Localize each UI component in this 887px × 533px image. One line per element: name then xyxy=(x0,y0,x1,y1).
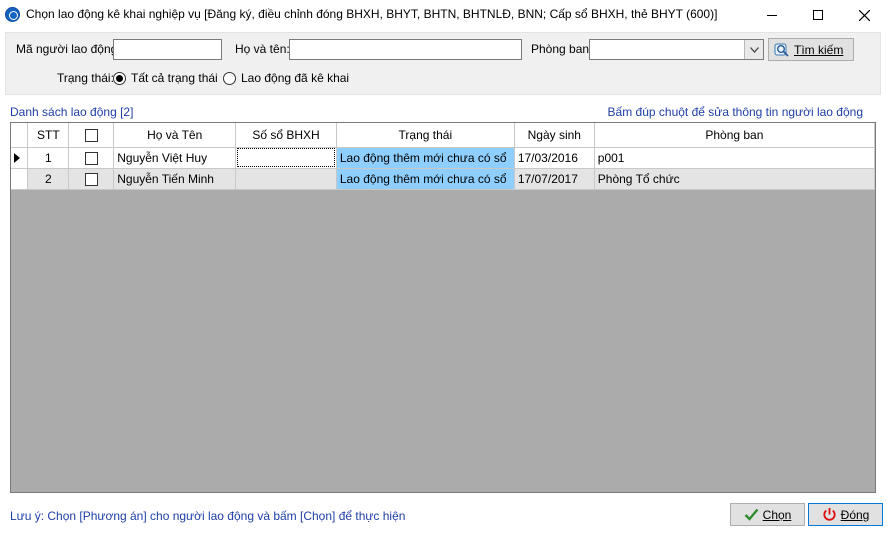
cell-dob[interactable]: 17/03/2016 xyxy=(514,147,595,169)
department-select[interactable] xyxy=(589,39,764,60)
close-button[interactable]: Đóng xyxy=(808,503,883,526)
fullname-label: Họ và tên: xyxy=(235,42,290,56)
power-icon xyxy=(823,508,836,521)
employee-code-input[interactable] xyxy=(113,39,222,60)
column-header-name[interactable]: Họ và Tên xyxy=(113,123,237,148)
fullname-input[interactable] xyxy=(289,39,522,60)
cell-department[interactable]: p001 xyxy=(594,147,875,169)
cell-so-bhxh[interactable] xyxy=(235,168,337,190)
select-all-checkbox[interactable] xyxy=(84,128,98,142)
close-button-label: Đóng xyxy=(840,507,870,522)
status-declared-label[interactable]: Lao động đã kê khai xyxy=(241,71,349,85)
cell-stt[interactable]: 2 xyxy=(27,168,70,190)
checkmark-icon xyxy=(744,508,759,521)
column-header-status[interactable]: Trạng thái xyxy=(336,123,515,148)
cell-department[interactable]: Phòng Tổ chức xyxy=(594,168,875,190)
column-header-dob[interactable]: Ngày sinh xyxy=(514,123,595,148)
close-icon xyxy=(858,9,870,21)
search-icon xyxy=(774,43,789,57)
row-header[interactable] xyxy=(11,147,29,169)
employee-list-title: Danh sách lao động [2] xyxy=(10,105,134,119)
column-header-department[interactable]: Phòng ban xyxy=(594,123,875,148)
column-header-stt[interactable]: STT xyxy=(27,123,70,148)
cell-status[interactable]: Lao động thêm mới chưa có sổ xyxy=(336,168,515,190)
table-row[interactable]: 2 Nguyễn Tiến Minh Lao động thêm mới chư… xyxy=(11,168,875,190)
employee-code-label: Mã người lao động: xyxy=(16,42,121,56)
row-checkbox[interactable] xyxy=(84,151,98,165)
choose-button-label: Chọn xyxy=(762,507,792,522)
status-all-label[interactable]: Tất cả trạng thái xyxy=(131,71,218,85)
cell-select[interactable] xyxy=(68,147,115,169)
app-logo-icon xyxy=(5,7,20,22)
department-label: Phòng ban: xyxy=(531,42,593,56)
status-label: Trạng thái: xyxy=(57,71,114,85)
maximize-icon xyxy=(813,10,823,20)
table-header-row: STT Họ và Tên Số sổ BHXH Trạng thái Ngày… xyxy=(11,123,875,148)
window-title: Chọn lao động kê khai nghiệp vụ [Đăng ký… xyxy=(26,7,718,21)
employee-grid[interactable]: STT Họ và Tên Số sổ BHXH Trạng thái Ngày… xyxy=(10,122,876,493)
cell-name[interactable]: Nguyễn Tiến Minh xyxy=(113,168,237,190)
footer-note: Lưu ý: Chọn [Phương án] cho người lao độ… xyxy=(10,509,406,523)
minimize-icon xyxy=(767,14,777,16)
cell-name[interactable]: Nguyễn Việt Huy xyxy=(113,147,237,169)
row-checkbox[interactable] xyxy=(84,172,98,186)
status-declared-radio[interactable] xyxy=(223,72,236,85)
cell-select[interactable] xyxy=(68,168,115,190)
title-bar: Chọn lao động kê khai nghiệp vụ [Đăng ký… xyxy=(0,0,887,30)
footer-bar: Lưu ý: Chọn [Phương án] cho người lao độ… xyxy=(0,498,887,533)
cell-stt[interactable]: 1 xyxy=(27,147,70,169)
status-all-radio[interactable] xyxy=(113,72,126,85)
search-button[interactable]: Tìm kiếm xyxy=(768,38,854,61)
chevron-down-icon[interactable] xyxy=(744,40,763,59)
cell-status[interactable]: Lao động thêm mới chưa có sổ xyxy=(336,147,515,169)
table-row[interactable]: 1 Nguyễn Việt Huy Lao động thêm mới chưa… xyxy=(11,147,875,169)
current-row-arrow-icon xyxy=(14,152,20,163)
column-header-select-all[interactable] xyxy=(68,123,115,148)
search-button-label: Tìm kiếm xyxy=(794,42,844,57)
employee-table: STT Họ và Tên Số sổ BHXH Trạng thái Ngày… xyxy=(11,123,875,190)
choose-button[interactable]: Chọn xyxy=(730,503,805,526)
edit-hint: Bấm đúp chuột để sửa thông tin người lao… xyxy=(607,105,863,119)
filter-panel: Mã người lao động: Họ và tên: Phòng ban:… xyxy=(5,32,881,95)
maximize-button[interactable] xyxy=(795,0,841,30)
cell-dob[interactable]: 17/07/2017 xyxy=(514,168,595,190)
close-window-button[interactable] xyxy=(841,0,887,30)
row-header-corner xyxy=(11,123,29,148)
minimize-button[interactable] xyxy=(749,0,795,30)
cell-so-bhxh[interactable] xyxy=(235,147,337,169)
column-header-so-bhxh[interactable]: Số sổ BHXH xyxy=(235,123,337,148)
row-header[interactable] xyxy=(11,168,29,190)
